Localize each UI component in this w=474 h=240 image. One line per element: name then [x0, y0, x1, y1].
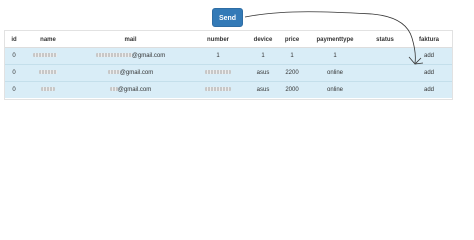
column-header-name: name [23, 33, 73, 48]
cell-number [188, 81, 248, 98]
orders-table: id name mail number device price payment… [5, 33, 452, 98]
column-header-status: status [364, 33, 406, 48]
cell-number: 1 [188, 47, 248, 65]
redacted-mail-prefix [107, 70, 120, 75]
faktura-add-link[interactable]: add [406, 81, 452, 98]
column-header-id: id [5, 33, 23, 48]
cell-id: 0 [5, 64, 23, 82]
redacted-mail-prefix [95, 53, 132, 58]
cell-mail: @gmail.com [73, 47, 188, 65]
cell-price: 1 [278, 47, 306, 65]
mail-domain: @gmail.com [119, 70, 154, 76]
redacted-number [205, 87, 231, 92]
cell-paymenttype: online [306, 64, 364, 82]
table-header-row: id name mail number device price payment… [5, 33, 452, 48]
redacted-name [33, 53, 57, 58]
faktura-add-link[interactable]: add [406, 47, 452, 65]
send-button[interactable]: Send [212, 8, 243, 27]
column-header-paymenttype: paymenttype [306, 33, 364, 48]
column-header-device: device [248, 33, 278, 48]
cell-status [364, 47, 406, 65]
cell-paymenttype: 1 [306, 47, 364, 65]
cell-status [364, 81, 406, 98]
cell-name [23, 81, 73, 98]
faktura-add-link[interactable]: add [406, 64, 452, 82]
mail-domain: @gmail.com [131, 53, 166, 59]
column-header-price: price [278, 33, 306, 48]
cell-device: asus [248, 81, 278, 98]
table-row: 0 @gmail.com asus 2000 online add [5, 81, 452, 98]
cell-name [23, 47, 73, 65]
cell-status [364, 64, 406, 82]
table-row: 0 @gmail.com 1 1 1 1 add [5, 47, 452, 65]
cell-price: 2200 [278, 64, 306, 82]
column-header-mail: mail [73, 33, 188, 48]
redacted-number [205, 70, 231, 75]
mail-domain: @gmail.com [117, 87, 152, 93]
cell-mail: @gmail.com [73, 64, 188, 82]
cell-id: 0 [5, 47, 23, 65]
cell-price: 2000 [278, 81, 306, 98]
cell-device: asus [248, 64, 278, 82]
cell-id: 0 [5, 81, 23, 98]
redacted-mail-prefix [109, 87, 118, 92]
table-row: 0 @gmail.com asus 2200 online add [5, 64, 452, 82]
cell-paymenttype: online [306, 81, 364, 98]
cell-number [188, 64, 248, 82]
column-header-number: number [188, 33, 248, 48]
cell-mail: @gmail.com [73, 81, 188, 98]
redacted-name [41, 87, 55, 92]
cell-device: 1 [248, 47, 278, 65]
cell-name [23, 64, 73, 82]
redacted-name [39, 70, 57, 75]
column-header-faktura: faktura [406, 33, 452, 48]
orders-panel: id name mail number device price payment… [4, 30, 453, 100]
